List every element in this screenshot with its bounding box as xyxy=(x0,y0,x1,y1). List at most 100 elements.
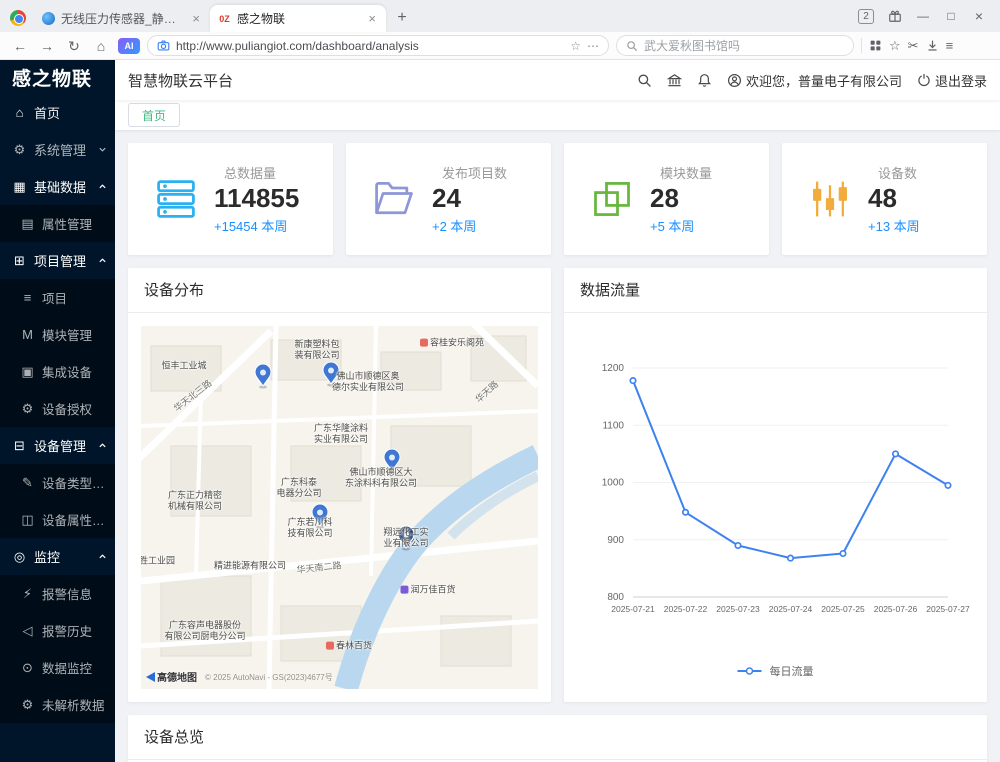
sidebar-item-basic-data[interactable]: ▦基础数据 xyxy=(0,168,115,205)
sidebar-item-label: 报警历史 xyxy=(42,621,92,640)
stat-delta: +2 本周 xyxy=(432,216,507,235)
browser-logo-icon[interactable] xyxy=(10,10,26,26)
ai-assistant-button[interactable]: AI xyxy=(118,38,140,54)
logout-button[interactable]: 退出登录 xyxy=(917,71,987,90)
y-axis-tick: 1200 xyxy=(602,363,625,374)
app-frame: 感之物联 ⌂首页⚙系统管理▦基础数据▤属性管理⊞项目管理≡项目M模块管理▣集成设… xyxy=(0,60,1000,762)
home-icon[interactable]: ⌂ xyxy=(91,39,111,53)
scissors-screenshot-icon[interactable]: ✂ xyxy=(908,39,919,52)
menu-icon[interactable]: ≡ xyxy=(946,39,954,52)
sidebar-item-home[interactable]: ⌂首页 xyxy=(0,94,115,131)
legend-label[interactable]: 每日流量 xyxy=(770,664,814,678)
tab-close-icon[interactable]: × xyxy=(366,12,378,25)
grid-icon: ⊞ xyxy=(12,253,27,269)
stat-card-projects: 发布项目数 24 +2 本周 xyxy=(346,143,551,255)
device-icon: ▣ xyxy=(20,364,35,380)
sidebar-item-projects[interactable]: ≡ 项目 xyxy=(0,279,115,316)
home-icon: ⌂ xyxy=(12,105,27,120)
data-point xyxy=(945,483,950,488)
database-icon xyxy=(154,177,198,221)
sidebar-item-label: 属性管理 xyxy=(42,214,92,233)
sidebar-item-device-auth[interactable]: ⚙设备授权 xyxy=(0,390,115,427)
gear-icon: ⚙ xyxy=(12,142,27,158)
x-axis-tick: 2025-07-24 xyxy=(769,604,813,614)
x-axis-tick: 2025-07-22 xyxy=(664,604,708,614)
browser-tab-2[interactable]: 0Z 感之物联 × xyxy=(210,5,386,32)
bookmark-star-icon[interactable]: ☆ xyxy=(570,40,581,52)
y-axis-tick: 800 xyxy=(607,592,624,603)
gear2-icon: ⚙ xyxy=(20,697,35,713)
sidebar-item-device-attr-bind[interactable]: ◫设备属性绑定 xyxy=(0,501,115,538)
sidebar-item-label: 项目 xyxy=(42,288,67,307)
browser-window: 无线压力传感器_静力水准仪 × 0Z 感之物联 × + 2 — □ × ← → … xyxy=(0,0,1000,762)
sidebar-item-system-mgmt[interactable]: ⚙ 系统管理 xyxy=(0,131,115,168)
search-box[interactable]: 武大爱秋图书馆吗 xyxy=(616,35,854,56)
organization-icon[interactable] xyxy=(667,73,682,88)
logout-text: 退出登录 xyxy=(935,71,987,90)
map-tiles[interactable] xyxy=(141,326,538,689)
user-icon xyxy=(727,73,742,88)
modules-icon xyxy=(590,177,634,221)
back-icon[interactable]: ← xyxy=(10,39,30,53)
database-icon: ▦ xyxy=(12,179,27,195)
sidebar-item-project-mgmt[interactable]: ⊞项目管理 xyxy=(0,242,115,279)
stat-label: 模块数量 xyxy=(660,163,712,182)
reload-icon[interactable]: ↻ xyxy=(64,39,84,53)
y-axis-tick: 1100 xyxy=(602,420,624,431)
sidebar-item-label: 数据监控 xyxy=(42,658,92,677)
sidebar-item-label: 系统管理 xyxy=(34,140,86,159)
sidebar-item-alarm-history[interactable]: ◁报警历史 xyxy=(0,612,115,649)
gear-icon: ⚙ xyxy=(20,401,35,417)
chevron-up-icon xyxy=(98,552,107,561)
maximize-button[interactable]: □ xyxy=(944,9,958,23)
sidebar-item-data-monitor[interactable]: ⊙ 数据监控 xyxy=(0,649,115,686)
sidebar-item-unparsed-data[interactable]: ⚙未解析数据 xyxy=(0,686,115,723)
sidebar-item-monitoring[interactable]: ◎监控 xyxy=(0,538,115,575)
stat-cards-row: 总数据量 114855 +15454 本周 发布项目数 xyxy=(128,143,987,255)
camera-scan-icon[interactable] xyxy=(157,39,170,52)
main-area: 智慧物联云平台 xyxy=(115,60,1000,762)
url-field[interactable]: http://www.puliangiot.com/dashboard/anal… xyxy=(147,35,609,56)
sidebar-item-device-mgmt[interactable]: ⊟设备管理 xyxy=(0,427,115,464)
monitor-icon: ◎ xyxy=(12,549,27,565)
sidebar-item-label: 模块管理 xyxy=(42,325,92,344)
sidebar-item-device-type-mgmt[interactable]: ✎设备类型管理 xyxy=(0,464,115,501)
url-text[interactable]: http://www.puliangiot.com/dashboard/anal… xyxy=(176,39,564,53)
panels-row: 设备分布 xyxy=(128,268,987,702)
favorites-icon[interactable]: ☆ xyxy=(889,39,901,52)
sidebar-item-label: 报警信息 xyxy=(42,584,92,603)
bell-icon[interactable] xyxy=(697,73,712,88)
welcome-text: 欢迎您，普量电子有限公司 xyxy=(746,71,902,90)
sidebar: 感之物联 ⌂首页 ⚙ 系统管理 ▦基础数据▤属性管理⊞项目管理 ≡ 项目 M模块管理▣集成设… xyxy=(0,60,115,762)
app-logo[interactable]: 感之物联 xyxy=(0,60,115,94)
search-suggestion-text[interactable]: 武大爱秋图书馆吗 xyxy=(644,37,740,54)
tab-count-badge[interactable]: 2 xyxy=(858,9,874,24)
page-tab-home[interactable]: 首页 xyxy=(128,103,180,127)
minimize-button[interactable]: — xyxy=(916,9,930,23)
apps-grid-icon[interactable] xyxy=(869,39,882,52)
header-search-icon[interactable] xyxy=(637,73,652,88)
sidebar-item-module-mgmt[interactable]: M模块管理 xyxy=(0,316,115,353)
download-icon[interactable] xyxy=(926,39,939,52)
stat-label: 设备数 xyxy=(878,163,920,182)
close-button[interactable]: × xyxy=(972,8,986,24)
forward-icon[interactable]: → xyxy=(37,39,57,53)
tab-close-icon[interactable]: × xyxy=(190,12,202,25)
sidebar-item-integrated-devices[interactable]: ▣集成设备 xyxy=(0,353,115,390)
gift-icon[interactable] xyxy=(888,9,902,23)
header-actions: 欢迎您，普量电子有限公司 退出登录 xyxy=(637,71,987,90)
tab-favicon-icon xyxy=(42,12,55,25)
stat-card-modules: 模块数量 28 +5 本周 xyxy=(564,143,769,255)
browser-tab-1[interactable]: 无线压力传感器_静力水准仪 × xyxy=(34,5,210,32)
sidebar-item-attribute-mgmt[interactable]: ▤属性管理 xyxy=(0,205,115,242)
platform-title: 智慧物联云平台 xyxy=(128,70,233,91)
new-tab-button[interactable]: + xyxy=(390,6,414,30)
map-canvas[interactable]: 新康塑料包装有限公司容桂安乐阁苑恒丰工业城佛山市顺德区奥德尔实业有限公司华天北三… xyxy=(141,326,538,689)
map-copyright: © 2025 AutoNavi - GS(2023)4677号 xyxy=(205,672,333,683)
sidebar-item-alarm-info[interactable]: ⚡报警信息 xyxy=(0,575,115,612)
list-icon: ≡ xyxy=(20,290,35,305)
more-options-icon[interactable]: ⋯ xyxy=(587,40,599,52)
data-point xyxy=(840,551,845,556)
stat-delta: +15454 本周 xyxy=(214,216,299,235)
shield-icon: ⊙ xyxy=(20,660,35,676)
